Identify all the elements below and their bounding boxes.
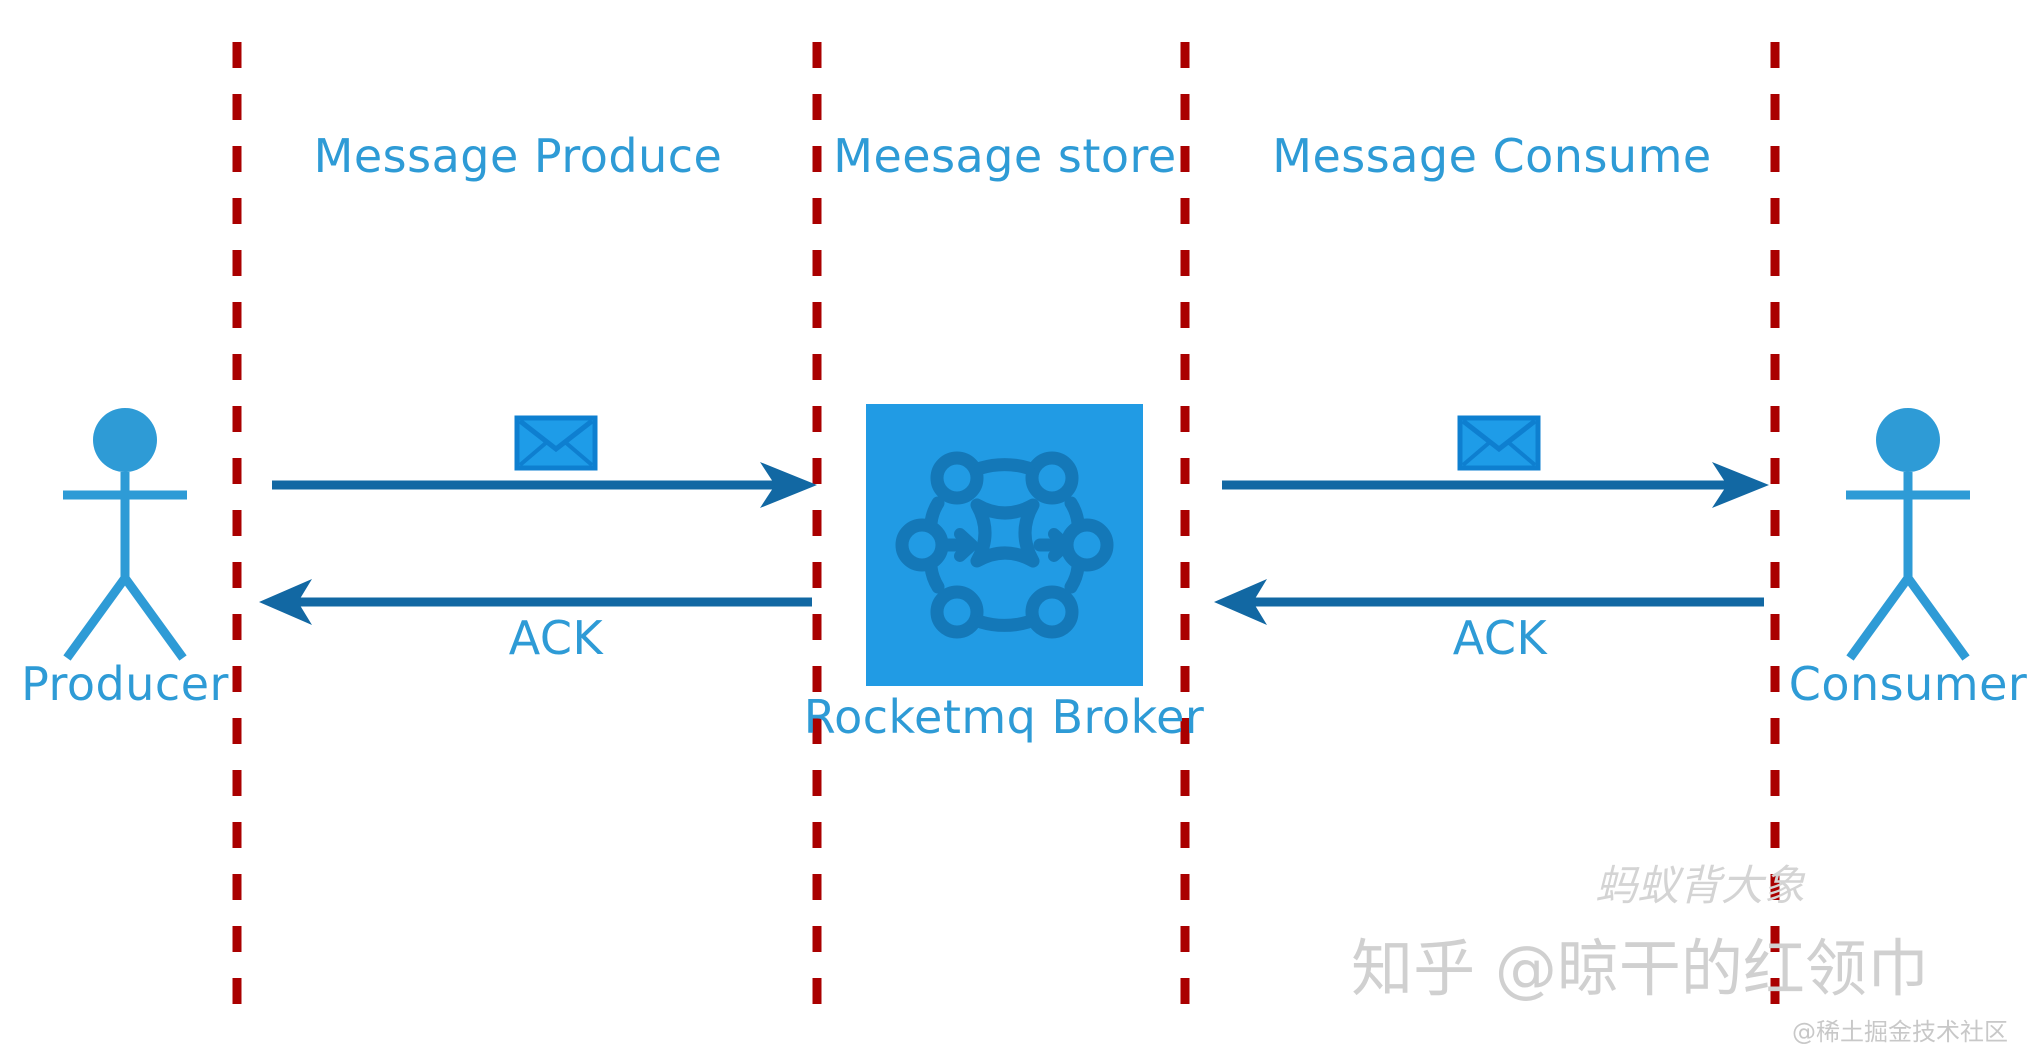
consumer-actor: Consumer	[1789, 408, 2028, 711]
consume-ack-label: ACK	[1453, 611, 1549, 665]
stick-figure-icon	[63, 408, 187, 658]
watermark-footer: @稀土掘金技术社区	[1792, 1018, 2008, 1046]
lane-labels: Message Produce Meesage store Message Co…	[314, 129, 1712, 183]
rocketmq-broker-node: Rocketmq Broker	[804, 404, 1205, 744]
diagram-canvas: Message Produce Meesage store Message Co…	[0, 0, 2040, 1058]
broker-label: Rocketmq Broker	[804, 690, 1205, 744]
lane-label-store: Meesage store	[833, 129, 1176, 183]
lane-label-produce: Message Produce	[314, 129, 723, 183]
diagram-svg: Message Produce Meesage store Message Co…	[21, 42, 2028, 1046]
watermark-main: 知乎 @晾干的红领巾	[1351, 932, 1929, 1005]
watermark-top: 蚂蚁背大象	[1595, 861, 1806, 910]
producer-label: Producer	[21, 657, 229, 711]
produce-ack-label: ACK	[509, 611, 605, 665]
lane-label-consume: Message Consume	[1272, 129, 1711, 183]
consume-flow: ACK	[1214, 418, 1769, 665]
producer-actor: Producer	[21, 408, 229, 711]
envelope-icon	[517, 418, 595, 468]
produce-flow: ACK	[259, 418, 817, 665]
stick-figure-icon	[1846, 408, 1970, 658]
watermark-group: 蚂蚁背大象 知乎 @晾干的红领巾 @稀土掘金技术社区	[1351, 861, 2008, 1046]
consumer-label: Consumer	[1789, 657, 2028, 711]
envelope-icon	[1460, 418, 1538, 468]
